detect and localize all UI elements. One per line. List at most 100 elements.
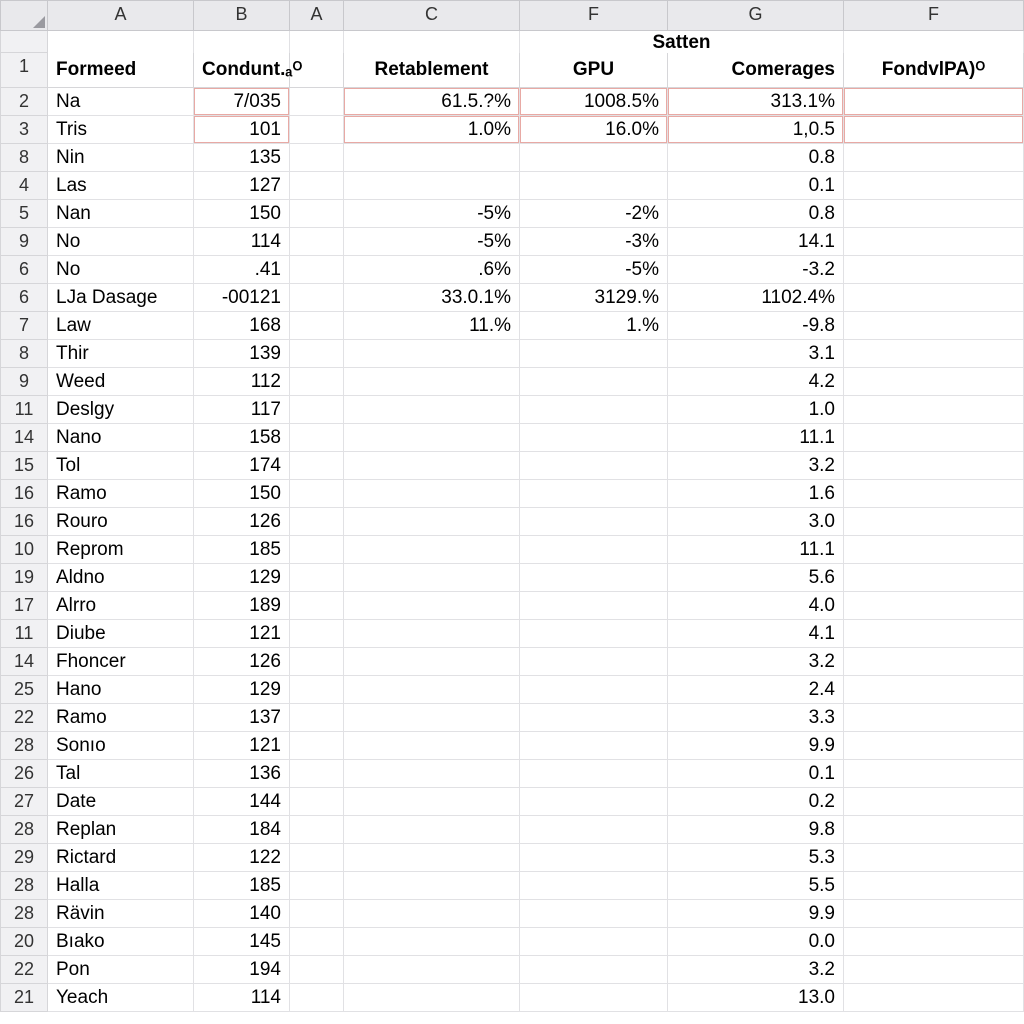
cell-comerages[interactable]: 9.9 xyxy=(668,900,844,928)
cell-condunt[interactable]: 136 xyxy=(194,760,290,788)
cell-formeed[interactable]: No xyxy=(48,256,194,284)
row-header[interactable]: 19 xyxy=(0,564,48,592)
cell-comerages[interactable]: 313.1% xyxy=(668,88,844,116)
header-retablement[interactable]: Retablement xyxy=(344,53,520,88)
cell-gpu[interactable] xyxy=(520,788,668,816)
superheader-blank-c[interactable] xyxy=(344,31,520,53)
cell-retablement[interactable] xyxy=(344,872,520,900)
cell-gpu[interactable] xyxy=(520,396,668,424)
cell-fondv[interactable] xyxy=(844,928,1024,956)
cell-fondv[interactable] xyxy=(844,284,1024,312)
row-header-1[interactable]: 1 xyxy=(0,53,48,88)
cell-formeed[interactable]: Tol xyxy=(48,452,194,480)
cell-blank[interactable] xyxy=(290,620,344,648)
cell-blank[interactable] xyxy=(290,816,344,844)
cell-comerages[interactable]: 5.6 xyxy=(668,564,844,592)
cell-comerages[interactable]: 0.8 xyxy=(668,200,844,228)
cell-condunt[interactable]: 127 xyxy=(194,172,290,200)
row-header[interactable]: 9 xyxy=(0,368,48,396)
cell-fondv[interactable] xyxy=(844,480,1024,508)
row-header[interactable]: 14 xyxy=(0,424,48,452)
cell-retablement[interactable] xyxy=(344,480,520,508)
cell-comerages[interactable]: 5.5 xyxy=(668,872,844,900)
col-header-B[interactable]: B xyxy=(194,0,290,31)
cell-gpu[interactable] xyxy=(520,676,668,704)
cell-condunt[interactable]: 121 xyxy=(194,620,290,648)
cell-blank[interactable] xyxy=(290,480,344,508)
cell-condunt[interactable]: 112 xyxy=(194,368,290,396)
cell-condunt[interactable]: 189 xyxy=(194,592,290,620)
cell-retablement[interactable]: -5% xyxy=(344,228,520,256)
cell-formeed[interactable]: Nin xyxy=(48,144,194,172)
row-header-blank-top[interactable] xyxy=(0,31,48,53)
cell-retablement[interactable] xyxy=(344,172,520,200)
cell-blank[interactable] xyxy=(290,872,344,900)
superheader-blank-a[interactable] xyxy=(48,31,194,53)
cell-formeed[interactable]: Bıako xyxy=(48,928,194,956)
row-header[interactable]: 7 xyxy=(0,312,48,340)
cell-retablement[interactable] xyxy=(344,704,520,732)
cell-formeed[interactable]: Tris xyxy=(48,116,194,144)
superheader-satten[interactable]: Satten xyxy=(520,31,844,53)
cell-fondv[interactable] xyxy=(844,312,1024,340)
col-header-C[interactable]: C xyxy=(344,0,520,31)
cell-comerages[interactable]: -9.8 xyxy=(668,312,844,340)
cell-fondv[interactable] xyxy=(844,816,1024,844)
cell-blank[interactable] xyxy=(290,648,344,676)
cell-gpu[interactable]: 1.% xyxy=(520,312,668,340)
cell-comerages[interactable]: 1.0 xyxy=(668,396,844,424)
cell-blank[interactable] xyxy=(290,788,344,816)
cell-retablement[interactable] xyxy=(344,620,520,648)
cell-comerages[interactable]: 3.2 xyxy=(668,648,844,676)
cell-formeed[interactable]: Las xyxy=(48,172,194,200)
cell-condunt[interactable]: 168 xyxy=(194,312,290,340)
row-header[interactable]: 22 xyxy=(0,704,48,732)
cell-fondv[interactable] xyxy=(844,508,1024,536)
cell-formeed[interactable]: Nan xyxy=(48,200,194,228)
cell-comerages[interactable]: 1102.4% xyxy=(668,284,844,312)
cell-blank[interactable] xyxy=(290,256,344,284)
cell-fondv[interactable] xyxy=(844,704,1024,732)
cell-formeed[interactable]: Reprom xyxy=(48,536,194,564)
cell-condunt[interactable]: 117 xyxy=(194,396,290,424)
col-header-A2[interactable]: A xyxy=(290,0,344,31)
cell-condunt[interactable]: 139 xyxy=(194,340,290,368)
header-comerages[interactable]: Comerages xyxy=(668,53,844,88)
cell-fondv[interactable] xyxy=(844,396,1024,424)
cell-fondv[interactable] xyxy=(844,844,1024,872)
cell-comerages[interactable]: 9.9 xyxy=(668,732,844,760)
cell-gpu[interactable]: 1008.5% xyxy=(520,88,668,116)
row-header[interactable]: 26 xyxy=(0,760,48,788)
row-header[interactable]: 28 xyxy=(0,816,48,844)
cell-retablement[interactable] xyxy=(344,900,520,928)
cell-comerages[interactable]: 11.1 xyxy=(668,424,844,452)
row-header[interactable]: 8 xyxy=(0,340,48,368)
row-header[interactable]: 27 xyxy=(0,788,48,816)
row-header[interactable]: 11 xyxy=(0,396,48,424)
cell-condunt[interactable]: .41 xyxy=(194,256,290,284)
cell-retablement[interactable]: .6% xyxy=(344,256,520,284)
row-header[interactable]: 3 xyxy=(0,116,48,144)
cell-retablement[interactable] xyxy=(344,844,520,872)
superheader-blank-f2[interactable] xyxy=(844,31,1024,53)
cell-retablement[interactable] xyxy=(344,452,520,480)
cell-comerages[interactable]: -3.2 xyxy=(668,256,844,284)
cell-retablement[interactable] xyxy=(344,928,520,956)
cell-blank[interactable] xyxy=(290,452,344,480)
cell-condunt[interactable]: 144 xyxy=(194,788,290,816)
cell-gpu[interactable] xyxy=(520,340,668,368)
cell-fondv[interactable] xyxy=(844,648,1024,676)
cell-formeed[interactable]: Ramo xyxy=(48,480,194,508)
cell-formeed[interactable]: Fhoncer xyxy=(48,648,194,676)
cell-gpu[interactable]: 16.0% xyxy=(520,116,668,144)
row-header[interactable]: 17 xyxy=(0,592,48,620)
superheader-blank-a2[interactable] xyxy=(290,31,344,53)
cell-comerages[interactable]: 3.0 xyxy=(668,508,844,536)
cell-blank[interactable] xyxy=(290,368,344,396)
row-header[interactable]: 25 xyxy=(0,676,48,704)
cell-fondv[interactable] xyxy=(844,732,1024,760)
cell-fondv[interactable] xyxy=(844,984,1024,1012)
cell-condunt[interactable]: 129 xyxy=(194,676,290,704)
cell-gpu[interactable] xyxy=(520,816,668,844)
cell-condunt[interactable]: 194 xyxy=(194,956,290,984)
